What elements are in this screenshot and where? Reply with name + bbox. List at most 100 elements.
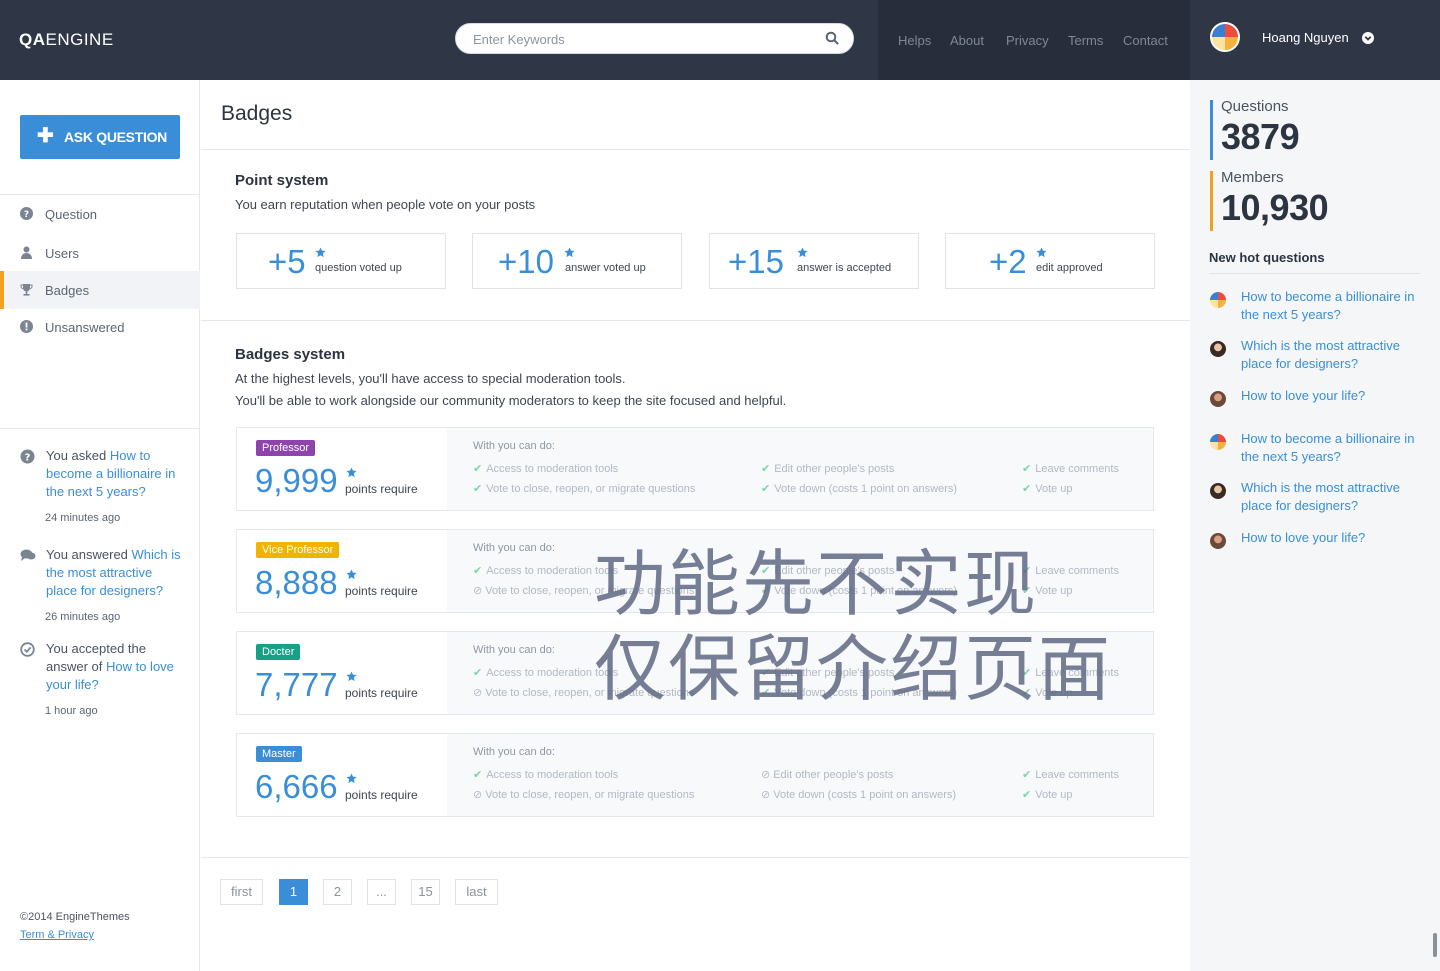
sidebar-item-users[interactable]: Users	[0, 234, 200, 272]
permission-item: ✔ Vote to close, reopen, or migrate quest…	[473, 483, 696, 495]
check-icon: ✔	[473, 463, 483, 475]
check-icon: ✔	[1022, 789, 1032, 801]
point-card: +2 edit approved	[945, 233, 1155, 289]
with-you-can-do-label: With you can do:	[473, 440, 555, 452]
check-icon: ✔	[473, 769, 483, 781]
ban-icon: ⊘	[761, 789, 771, 801]
badge-points: 7,777	[255, 666, 338, 703]
ban-icon: ⊘	[473, 687, 483, 699]
top-nav: Helps About Privacy Terms Contact	[878, 0, 1190, 80]
permission-item: ⊘ Vote down (costs 1 point on answers)	[761, 789, 957, 801]
nav-terms[interactable]: Terms	[1068, 33, 1103, 48]
nav-privacy[interactable]: Privacy	[1006, 33, 1049, 48]
ban-icon: ⊘	[473, 789, 483, 801]
permission-item: ✔ Vote up	[1022, 789, 1073, 801]
chevron-down-icon[interactable]	[1362, 31, 1374, 49]
point-system-title: Point system	[235, 172, 329, 189]
star-icon	[797, 245, 808, 263]
hot-question-link[interactable]: How to love your life?	[1241, 387, 1421, 405]
badge-points: 6,666	[255, 768, 338, 805]
points-require-label: points require	[345, 788, 418, 802]
badge-card: Professor 9,999 points require With you can…	[236, 427, 1154, 511]
nav-helps[interactable]: Helps	[898, 33, 931, 48]
page-button-1[interactable]: 1	[279, 879, 308, 905]
nav-about[interactable]: About	[950, 33, 984, 48]
trophy-icon	[20, 283, 33, 296]
comments-icon	[20, 548, 36, 563]
avatar	[1210, 533, 1226, 549]
search-placeholder: Enter Keywords	[473, 32, 565, 47]
top-bar: QAENGINE Enter Keywords Helps About Priv…	[0, 0, 1440, 80]
star-icon	[564, 245, 575, 263]
point-label: answer voted up	[565, 262, 646, 274]
point-value: +5	[268, 243, 306, 280]
badges-system-desc-1: At the highest levels, you'll have acces…	[235, 371, 626, 386]
avatar	[1210, 483, 1226, 499]
star-icon	[346, 771, 357, 789]
nav-contact[interactable]: Contact	[1123, 33, 1168, 48]
search-icon[interactable]	[825, 31, 839, 50]
hot-question-link[interactable]: Which is the most attractive place for d…	[1241, 479, 1421, 515]
badge-tag: Vice Professor	[256, 542, 340, 558]
check-icon: ✔	[1022, 769, 1032, 781]
permission-item: ✔ Access to moderation tools	[473, 769, 619, 781]
permission-item: ✔ Leave comments	[1022, 463, 1119, 475]
points-require-label: points require	[345, 686, 418, 700]
page-title: Badges	[221, 102, 293, 125]
page-button-4[interactable]: 15	[411, 879, 440, 905]
hot-question-link[interactable]: How to become a billionaire in the next …	[1241, 288, 1421, 324]
right-sidebar: Questions 3879 Members 10,930 New hot qu…	[1190, 80, 1440, 971]
sidebar-item-badges[interactable]: Badges	[0, 271, 200, 309]
plus-icon: ✚	[37, 125, 54, 147]
ban-icon: ⊘	[761, 769, 771, 781]
permission-item: ✔ Vote down (costs 1 point on answers)	[761, 483, 958, 495]
sidebar-item-question[interactable]: ? Question	[0, 195, 200, 233]
page-button-5[interactable]: last	[455, 879, 498, 905]
exclamation-circle-icon	[20, 320, 33, 333]
svg-text:?: ?	[25, 453, 31, 464]
page-button-2[interactable]: 2	[323, 879, 352, 905]
permission-item: ⊘ Edit other people's posts	[761, 769, 894, 781]
page-button-3[interactable]: ...	[367, 879, 396, 905]
activity-time: 26 minutes ago	[45, 611, 121, 623]
logo[interactable]: QAENGINE	[19, 30, 114, 50]
permission-item: ✔ Access to moderation tools	[473, 463, 619, 475]
user-name[interactable]: Hoang Nguyen	[1262, 30, 1349, 45]
avatar	[1210, 391, 1226, 407]
check-icon: ✔	[761, 463, 771, 475]
with-you-can-do-label: With you can do:	[473, 746, 555, 758]
ask-question-button[interactable]: ✚ ASK QUESTION	[20, 115, 180, 159]
hot-question-link[interactable]: How to love your life?	[1241, 529, 1421, 547]
svg-text:?: ?	[24, 210, 29, 220]
badge-tag: Master	[256, 746, 302, 762]
point-label: answer is accepted	[797, 262, 892, 274]
questions-stat: Questions 3879	[1210, 98, 1410, 160]
star-icon	[1036, 245, 1047, 263]
point-card: +15 answer is accepted	[709, 233, 919, 289]
hot-question-link[interactable]: How to become a billionaire in the next …	[1241, 430, 1421, 466]
terms-privacy-link[interactable]: Term & Privacy	[20, 929, 94, 941]
with-you-can-do-label: With you can do:	[473, 644, 555, 656]
badge-points: 9,999	[255, 462, 338, 499]
user-menu[interactable]: Hoang Nguyen	[1190, 0, 1440, 80]
points-require-label: points require	[345, 584, 418, 598]
avatar	[1210, 341, 1226, 357]
main-content: Badges Point system You earn reputation …	[201, 80, 1190, 971]
star-icon	[346, 465, 357, 483]
check-icon: ✔	[1022, 483, 1032, 495]
avatar	[1210, 434, 1226, 450]
hot-question-link[interactable]: Which is the most attractive place for d…	[1241, 337, 1421, 373]
search-input[interactable]: Enter Keywords	[455, 23, 854, 54]
copyright: ©2014 EngineThemes	[20, 911, 130, 923]
point-label: question voted up	[315, 262, 402, 274]
scrollbar[interactable]	[1433, 933, 1437, 957]
check-circle-icon	[20, 642, 35, 657]
page-button-0[interactable]: first	[220, 879, 263, 905]
avatar[interactable]	[1210, 22, 1240, 52]
permission-item: ✔ Vote up	[1022, 483, 1073, 495]
ban-icon: ⊘	[473, 585, 483, 597]
question-circle-icon: ?	[20, 207, 33, 220]
sidebar-item-unanswered[interactable]: Unsanswered	[0, 308, 200, 346]
check-icon: ✔	[473, 565, 483, 577]
star-icon	[346, 567, 357, 585]
